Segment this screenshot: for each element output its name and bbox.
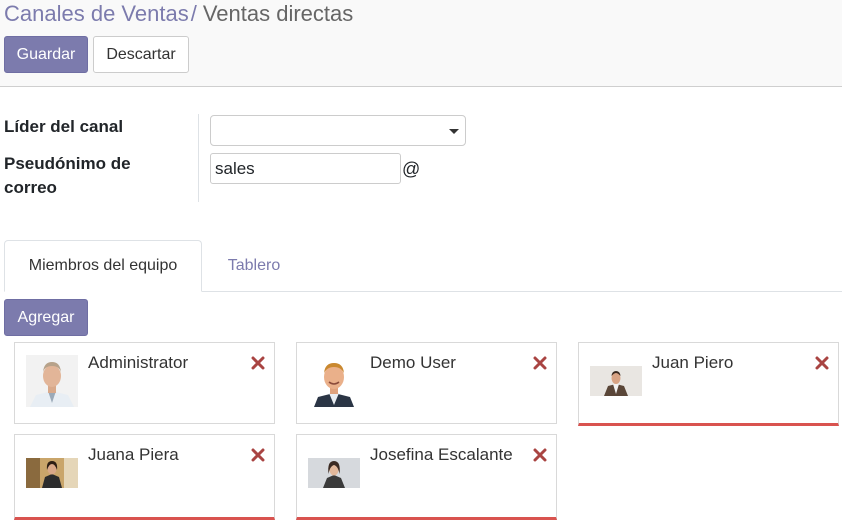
email-alias-label-line2: correo bbox=[4, 178, 57, 197]
breadcrumb-parent-link[interactable]: Canales de Ventas bbox=[4, 1, 189, 26]
save-button[interactable]: Guardar bbox=[4, 36, 88, 73]
demo-user-avatar bbox=[308, 355, 360, 407]
discard-button[interactable]: Descartar bbox=[93, 36, 189, 73]
email-alias-input[interactable]: sales bbox=[210, 153, 401, 184]
breadcrumb-separator: / bbox=[190, 1, 197, 26]
josefina-escalante-avatar bbox=[308, 458, 360, 488]
close-icon[interactable] bbox=[532, 447, 548, 463]
member-card[interactable]: Josefina Escalante bbox=[296, 434, 557, 520]
member-card[interactable]: Demo User bbox=[296, 342, 557, 424]
email-alias-domain: @ bbox=[402, 159, 421, 179]
email-alias-label: Pseudónimo de correo bbox=[4, 152, 131, 200]
juan-piero-avatar bbox=[590, 366, 642, 396]
caret-down-icon bbox=[449, 129, 459, 134]
form-separator bbox=[198, 114, 199, 202]
breadcrumb: Canales de Ventas/Ventas directas bbox=[4, 1, 353, 27]
juana-piera-avatar bbox=[26, 458, 78, 488]
tab-dashboard[interactable]: Tablero bbox=[208, 240, 300, 292]
member-card[interactable]: Juana Piera bbox=[14, 434, 275, 520]
member-name: Juan Piero bbox=[652, 353, 734, 372]
close-icon[interactable] bbox=[532, 355, 548, 371]
member-card[interactable]: Juan Piero bbox=[578, 342, 839, 426]
member-name: Josefina Escalante bbox=[370, 445, 513, 464]
member-name: Juana Piera bbox=[88, 445, 179, 464]
control-panel: Canales de Ventas/Ventas directas Guarda… bbox=[0, 0, 842, 87]
channel-leader-label: Líder del canal bbox=[4, 117, 124, 136]
add-member-button[interactable]: Agregar bbox=[4, 299, 88, 336]
channel-leader-select[interactable] bbox=[210, 115, 466, 146]
close-icon[interactable] bbox=[250, 355, 266, 371]
email-alias-label-line1: Pseudónimo de bbox=[4, 154, 131, 173]
close-icon[interactable] bbox=[250, 447, 266, 463]
breadcrumb-current: Ventas directas bbox=[202, 1, 354, 26]
close-icon[interactable] bbox=[814, 355, 830, 371]
member-card[interactable]: Administrator bbox=[14, 342, 275, 424]
administrator-avatar bbox=[26, 355, 78, 407]
member-name: Administrator bbox=[88, 353, 189, 372]
member-name: Demo User bbox=[370, 353, 456, 372]
tab-team-members[interactable]: Miembros del equipo bbox=[4, 240, 202, 292]
